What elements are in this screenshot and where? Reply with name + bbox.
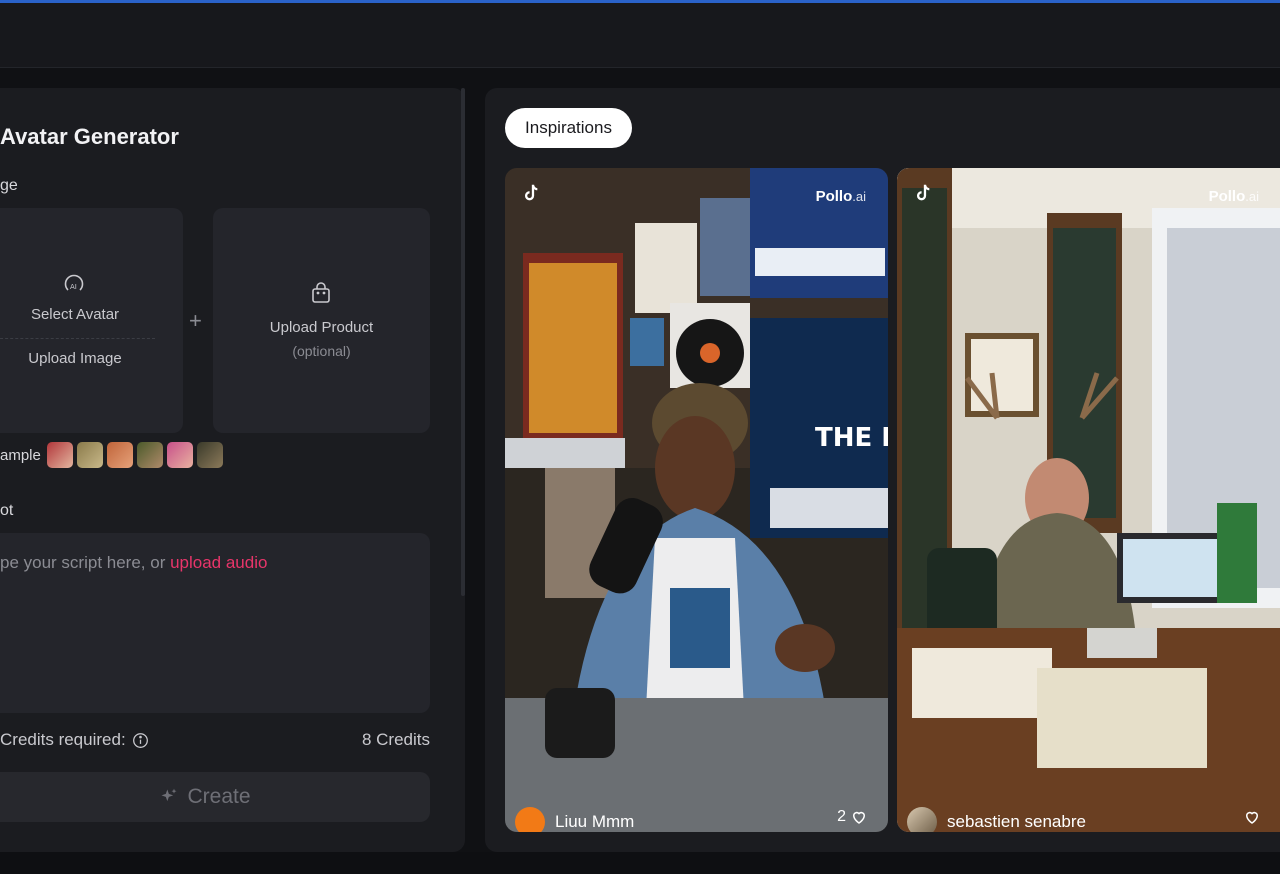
upload-image-button[interactable]: Upload Image	[0, 350, 155, 367]
plus-icon: +	[189, 308, 202, 333]
card-2-thumbnail	[897, 168, 1280, 832]
credits-row: Credits required: 8 Credits	[0, 730, 430, 752]
card-1-user-name[interactable]: Liuu Mmm	[555, 812, 634, 832]
select-avatar-label[interactable]: Select Avatar	[0, 306, 155, 323]
tab-inspirations[interactable]: Inspirations	[505, 108, 632, 148]
shopping-bag-icon	[312, 282, 330, 303]
panel-scrollbar[interactable]	[461, 88, 465, 596]
avatar-divider	[0, 338, 155, 339]
sample-avatars-row: ample	[0, 442, 223, 468]
upload-product-label[interactable]: Upload Product	[213, 319, 430, 336]
create-button[interactable]: Create	[0, 772, 430, 822]
script-placeholder[interactable]: pe your script here, or upload audio	[0, 553, 267, 573]
tiktok-icon	[916, 184, 930, 201]
card-1-footer: Liuu Mmm	[505, 804, 888, 832]
svg-text:AI: AI	[70, 283, 77, 291]
script-placeholder-text: pe your script here, or	[0, 553, 171, 572]
credits-required-label: Credits required:	[0, 730, 126, 749]
credits-label-group: Credits required:	[0, 730, 149, 750]
card-2-watermark: Pollo.ai	[1208, 188, 1259, 205]
inspiration-card-2[interactable]: Pollo.ai sebastien senabre	[897, 168, 1280, 832]
card-1-thumbnail: THE BR	[505, 168, 888, 832]
bottom-bar	[0, 852, 1280, 874]
card-1-watermark: Pollo.ai	[815, 188, 866, 205]
page-title: Avatar Generator	[0, 124, 179, 149]
card-2-user-name[interactable]: sebastien senabre	[947, 812, 1086, 832]
inspiration-card-1[interactable]: THE BR Pollo.ai Liuu Mmm 2	[505, 168, 888, 832]
top-bar	[0, 3, 1280, 68]
svg-text:THE BR: THE BR	[815, 423, 888, 453]
avatar[interactable]	[515, 807, 545, 832]
card-1-like-count: 2	[837, 808, 846, 825]
card-2-likes[interactable]	[1239, 808, 1261, 826]
card-2-footer: sebastien senabre	[897, 804, 1280, 832]
sample-label: ample	[0, 446, 41, 464]
upload-product-hint: (optional)	[292, 343, 351, 359]
sparkle-icon	[161, 788, 177, 802]
sample-avatar-3[interactable]	[106, 442, 133, 468]
sample-avatar-4[interactable]	[136, 442, 163, 468]
avatar-ai-icon: AI	[64, 274, 84, 291]
script-section-label: ot	[0, 502, 14, 519]
sample-avatar-1[interactable]	[46, 442, 73, 468]
avatar[interactable]	[907, 807, 937, 832]
sample-avatar-5[interactable]	[166, 442, 193, 468]
sample-avatar-2[interactable]	[76, 442, 103, 468]
info-icon[interactable]	[132, 732, 149, 749]
create-button-label: Create	[187, 785, 251, 808]
sample-avatar-6[interactable]	[196, 442, 223, 468]
heart-icon	[1245, 811, 1259, 824]
tiktok-icon	[524, 184, 538, 201]
heart-icon	[852, 811, 866, 824]
upload-audio-link[interactable]: upload audio	[170, 553, 267, 572]
image-section-label: ge	[0, 177, 18, 194]
card-1-likes[interactable]: 2	[837, 808, 868, 826]
credits-value: 8 Credits	[361, 730, 430, 749]
